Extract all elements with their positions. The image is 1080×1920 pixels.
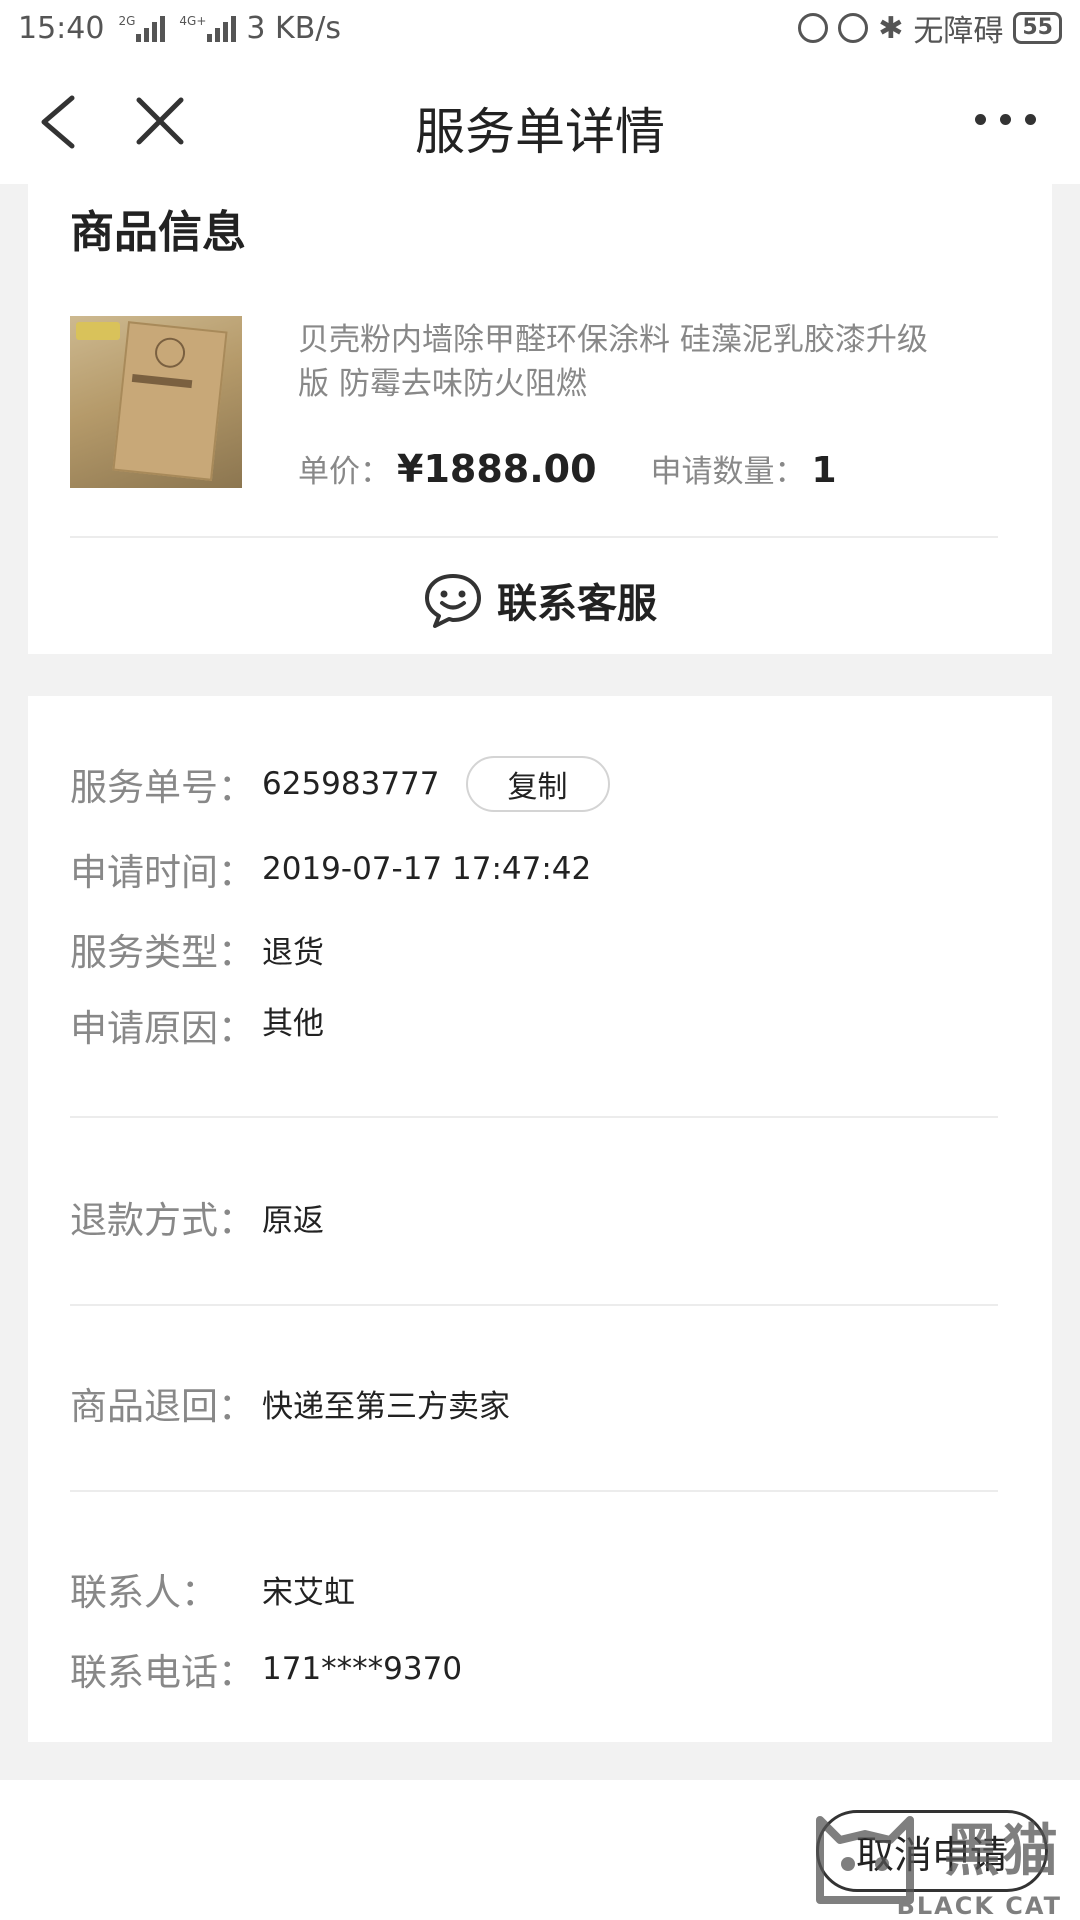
- divider: [70, 536, 998, 538]
- product-thumbnail[interactable]: [70, 316, 242, 488]
- brand-logo-icon: [76, 322, 120, 340]
- refund-method-label: 退款方式：: [70, 1199, 255, 1242]
- page-title: 服务单详情: [415, 103, 665, 161]
- apply-time-value: 2019-07-17 17:47:42: [262, 851, 592, 887]
- price-label: 单价：: [298, 454, 391, 490]
- apply-time-label: 申请时间：: [70, 851, 255, 894]
- network-speed: 3 KB/s: [246, 10, 342, 46]
- divider: [70, 1304, 998, 1306]
- service-number-row: 服务单号： 625983777 复制: [70, 756, 610, 812]
- bluetooth-icon: ✱: [878, 10, 904, 46]
- contact-phone-row: 联系电话： 171****9370: [70, 1642, 462, 1696]
- refund-method-row: 退款方式： 原返: [70, 1190, 324, 1244]
- contact-person-row: 联系人： 宋艾虹: [70, 1562, 355, 1616]
- contact-person-label: 联系人：: [70, 1571, 218, 1614]
- unit-price: ¥1888.00: [397, 447, 597, 491]
- status-left: 15:40 2G 4G+ 3 KB/s: [18, 11, 341, 46]
- contact-service-label: 联系客服: [497, 581, 657, 627]
- chat-bubble-icon: [425, 574, 481, 628]
- quantity-value: 1: [811, 450, 837, 491]
- section-title: 商品信息: [70, 207, 246, 258]
- accessibility-label: 无障碍: [913, 14, 1004, 49]
- quantity-label: 申请数量：: [650, 454, 806, 490]
- service-number-label: 服务单号：: [70, 766, 255, 809]
- apply-time-row: 申请时间： 2019-07-17 17:47:42: [70, 842, 591, 896]
- signal-4g-icon: 4G+: [179, 14, 237, 42]
- service-details-card: 服务单号： 625983777 复制 申请时间： 2019-07-17 17:4…: [28, 696, 1052, 1742]
- contact-person-value: 宋艾虹: [262, 1574, 355, 1611]
- service-type-value: 退货: [262, 934, 324, 971]
- status-right: ✱ 无障碍 55: [798, 6, 1062, 50]
- alarm-icon: [838, 13, 869, 43]
- price-row: 单价： ¥1888.00 申请数量： 1: [298, 446, 837, 491]
- divider: [70, 1116, 998, 1118]
- divider: [70, 1490, 998, 1492]
- contact-phone-value: 171****9370: [262, 1651, 463, 1687]
- apply-reason-row: 申请原因： 其他: [70, 998, 324, 1052]
- network-type-label: 2G: [118, 14, 136, 28]
- network-type-label: 4G+: [179, 14, 207, 28]
- cancel-application-button[interactable]: 取消申请: [816, 1810, 1048, 1892]
- bottom-action-bar: 取消申请 黑猫 BLACK CAT: [0, 1780, 1080, 1920]
- contact-service-button[interactable]: 联系客服: [28, 560, 1052, 640]
- status-time: 15:40: [18, 10, 105, 46]
- service-number-value: 625983777: [262, 766, 440, 802]
- goods-return-row: 商品退回： 快递至第三方卖家: [70, 1376, 510, 1430]
- lock-icon: [798, 13, 829, 43]
- apply-reason-value: 其他: [262, 1006, 324, 1042]
- goods-return-label: 商品退回：: [70, 1385, 255, 1428]
- goods-return-value: 快递至第三方卖家: [262, 1388, 510, 1425]
- status-bar: 15:40 2G 4G+ 3 KB/s ✱ 无障碍 55: [0, 0, 1080, 56]
- apply-reason-label: 申请原因：: [70, 1007, 255, 1050]
- paint-bag-image: [112, 321, 228, 481]
- product-name[interactable]: 贝壳粉内墙除甲醛环保涂料 硅藻泥乳胶漆升级版 防霉去味防火阻燃: [298, 318, 948, 406]
- signal-2g-icon: 2G: [118, 14, 166, 42]
- nav-bar: 服务单详情: [0, 56, 1080, 184]
- refund-method-value: 原返: [262, 1202, 324, 1239]
- watermark-english: BLACK CAT: [896, 1892, 1062, 1920]
- more-options-icon[interactable]: [975, 114, 1036, 125]
- battery-icon: 55: [1013, 12, 1062, 44]
- copy-button[interactable]: 复制: [465, 756, 610, 812]
- service-type-label: 服务类型：: [70, 931, 255, 974]
- product-info-card: 商品信息 贝壳粉内墙除甲醛环保涂料 硅藻泥乳胶漆升级版 防霉去味防火阻燃 单价：…: [28, 184, 1052, 654]
- service-type-row: 服务类型： 退货: [70, 922, 324, 976]
- contact-phone-label: 联系电话：: [70, 1651, 255, 1694]
